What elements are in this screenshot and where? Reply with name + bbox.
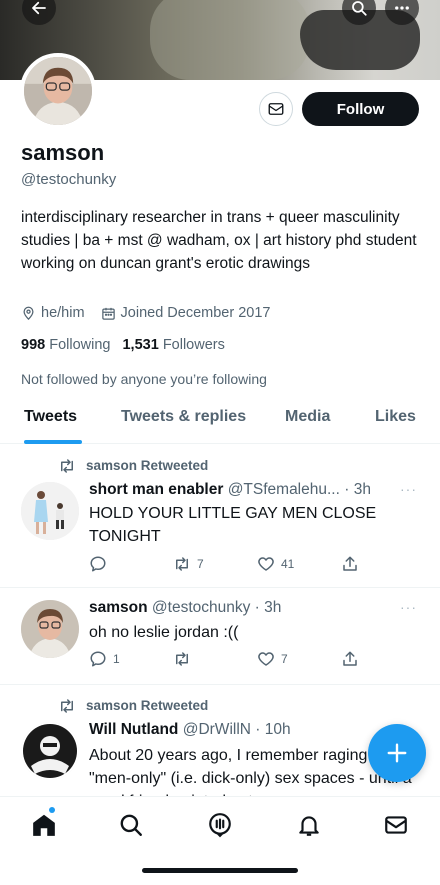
tweet-more-button[interactable]: ··· [400,599,417,615]
notifications-icon [299,816,319,836]
tweet-display-name[interactable]: short man enabler [89,481,223,498]
retweet-icon [61,458,73,473]
tweet-handle[interactable]: @TSfemalehu... [228,481,340,498]
avatar-image [21,482,79,540]
profile-bio: interdisciplinary researcher in trans + … [21,209,417,272]
share-button[interactable] [341,650,359,668]
avatar-image [24,57,92,125]
like-icon [258,652,274,666]
home-icon [33,814,55,836]
retweet-icon [176,652,188,666]
reply-icon [90,651,106,667]
like-count: 41 [281,557,295,571]
compose-plus-icon [387,743,407,763]
reply-count: 1 [113,652,120,666]
tweet-text: HOLD YOUR LITTLE GAY MEN CLOSE TONIGHT [89,505,377,545]
search-icon [352,1,367,16]
followers-label: Followers [162,337,225,353]
reply-button[interactable] [89,555,113,573]
retweet-button[interactable] [173,650,197,668]
home-indicator [142,868,298,873]
share-icon [343,556,357,571]
profile-meta: he/him Joined December 2017 [21,305,270,321]
retweet-icon [176,557,188,571]
reply-button[interactable]: 1 [89,650,120,668]
following-link[interactable]: 998 Following [21,337,110,353]
tweet-avatar[interactable] [21,482,79,540]
tab-likes[interactable]: Likes [375,408,416,426]
more-icon [395,6,409,10]
tweet-display-name[interactable]: Will Nutland [89,721,178,738]
tweet-text: oh no leslie jordan :(( [89,624,239,641]
retweet-context: samson Retweeted [58,698,208,713]
tweet-avatar[interactable] [21,600,79,658]
tweet-display-name[interactable]: samson [89,599,148,616]
back-arrow-icon [32,1,46,15]
nav-notifications[interactable] [296,812,322,838]
tweet-avatar[interactable] [21,722,79,780]
messages-icon [385,816,407,834]
tweet-header: short man enabler @TSfemalehu... · 3h [89,481,371,499]
retweet-context: samson Retweeted [58,458,208,473]
location-icon [23,306,34,320]
retweet-count: 7 [197,557,204,571]
tweet-handle[interactable]: @testochunky [152,599,250,616]
compose-tweet-button[interactable] [368,724,426,782]
calendar-icon [101,307,115,320]
tab-tweets-replies[interactable]: Tweets & replies [121,408,246,426]
follow-button[interactable]: Follow [302,92,419,126]
share-icon [343,651,357,666]
tweet-actions: 1 7 [89,650,369,670]
active-tab-indicator [24,440,82,444]
avatar-image [21,600,79,658]
retweet-button[interactable]: 7 [173,555,204,573]
tweet-time: · 3h [254,599,282,616]
join-date-text: Joined December 2017 [120,305,271,321]
tweet[interactable]: samson @testochunky · 3h ··· oh no lesli… [0,588,440,685]
like-button[interactable]: 41 [257,555,294,573]
nav-explore[interactable] [118,812,144,838]
share-button[interactable] [341,555,359,573]
join-date: Joined December 2017 [101,305,271,321]
tweet-time: · 3h [344,481,371,498]
tweet-header: Will Nutland @DrWillN · 10h [89,721,291,739]
nav-spaces[interactable] [207,812,233,838]
tweet-handle[interactable]: @DrWillN [183,721,251,738]
message-button[interactable] [259,92,293,126]
follow-counts: 998 Following 1,531 Followers [21,337,225,353]
profile-avatar[interactable] [20,53,96,129]
tweet-header: samson @testochunky · 3h [89,599,281,617]
followers-count: 1,531 [122,337,159,353]
retweet-label: samson Retweeted [86,698,209,713]
profile-name: samson [21,140,105,165]
tweet[interactable]: samson Retweeted short man enabler @TSfe… [0,445,440,588]
nav-messages[interactable] [383,812,409,838]
tweet-actions: 7 41 [89,555,369,575]
following-label: Following [49,337,111,353]
avatar-image [21,722,79,780]
pronouns: he/him [21,305,85,321]
reply-icon [90,556,106,572]
explore-icon [120,814,142,836]
nav-home[interactable] [31,812,57,838]
mail-icon [268,103,284,115]
tweet-more-button[interactable]: ··· [400,481,417,497]
home-notification-dot [49,807,55,813]
retweet-label: samson Retweeted [86,458,209,473]
retweet-icon [61,698,73,713]
profile-tabs: Tweets Tweets & replies Media Likes [0,398,440,444]
followers-link[interactable]: 1,531 Followers [122,337,224,353]
like-icon [258,557,274,571]
banner-shape [150,0,310,80]
following-count: 998 [21,337,46,353]
not-followed-note: Not followed by anyone you’re following [21,371,267,387]
tab-tweets[interactable]: Tweets [24,408,77,426]
tab-media[interactable]: Media [285,408,330,426]
spaces-icon [209,813,231,838]
pronouns-text: he/him [41,305,85,321]
profile-handle: @testochunky [21,171,117,188]
like-count: 7 [281,652,288,666]
tweet-time: · 10h [255,721,291,738]
like-button[interactable]: 7 [257,650,288,668]
